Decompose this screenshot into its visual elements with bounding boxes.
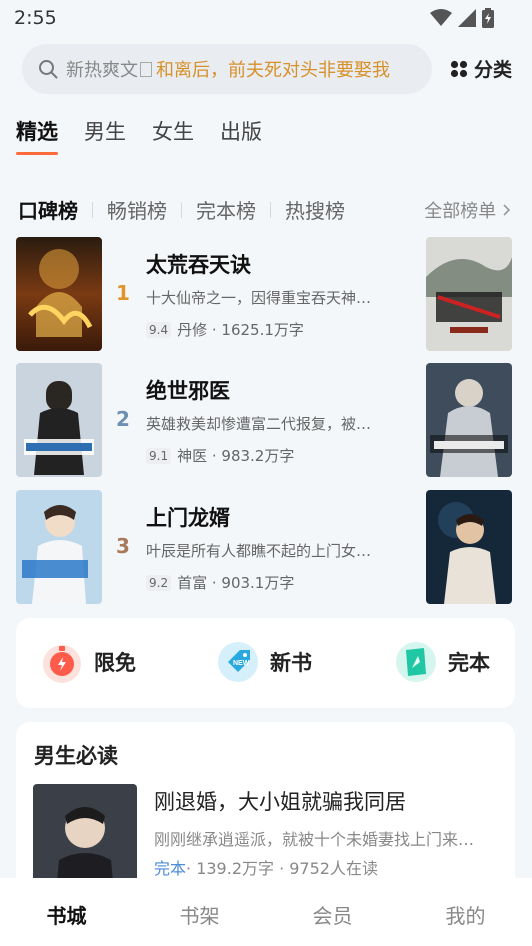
- nav-bookstore[interactable]: 书城: [0, 878, 133, 946]
- top-tabs: 精选 男生 女生 出版: [16, 116, 262, 146]
- placeholder-glyph: [140, 61, 152, 77]
- book-description: 十大仙帝之一，因得重宝吞天神…: [146, 289, 372, 307]
- category-label: 分类: [474, 59, 513, 81]
- bottom-nav: 书城 书架 会员 我的: [0, 878, 532, 946]
- quick-entry-card: 限免 NEW 新书 完本: [16, 618, 515, 708]
- list-item[interactable]: 1 太荒吞天诀 十大仙帝之一，因得重宝吞天神… 9.4 丹修 · 1625.1万…: [16, 237, 516, 351]
- rank-number: 1: [116, 281, 130, 305]
- battery-icon: [482, 8, 494, 28]
- active-tab-indicator: [16, 152, 58, 155]
- stopwatch-icon: [43, 645, 81, 683]
- divider: [92, 201, 93, 218]
- book-description: 叶辰是所有人都瞧不起的上门女…: [146, 542, 372, 560]
- book-meta: 完本· 139.2万字 · 9752人在读: [154, 855, 378, 879]
- book-cover[interactable]: [426, 490, 512, 604]
- book-meta: 9.4 丹修 · 1625.1万字: [146, 319, 304, 340]
- new-tag-icon: NEW: [218, 642, 258, 682]
- completed-entry-button[interactable]: 完本: [394, 640, 490, 684]
- new-book-entry-button[interactable]: NEW 新书: [216, 640, 312, 684]
- book-meta: 9.2 首富 · 903.1万字: [146, 572, 294, 593]
- quick-label: 新书: [270, 651, 312, 675]
- signal-icon: [458, 9, 476, 27]
- book-cover[interactable]: [16, 237, 102, 351]
- list-item[interactable]: 3 上门龙婿 叶辰是所有人都瞧不起的上门女… 9.2 首富 · 903.1万字: [16, 490, 516, 604]
- score-badge: 9.2: [146, 574, 172, 591]
- nav-bookshelf[interactable]: 书架: [133, 878, 266, 946]
- search-icon: [39, 60, 58, 79]
- status-badge: 完本: [154, 859, 187, 878]
- book-title[interactable]: 太荒吞天诀: [146, 249, 251, 279]
- nav-membership[interactable]: 会员: [266, 878, 399, 946]
- all-rankings-link[interactable]: 全部榜单: [424, 197, 512, 223]
- book-description: 英雄救美却惨遭富二代报复，被…: [146, 415, 372, 433]
- book-meta: 9.1 神医 · 983.2万字: [146, 445, 294, 466]
- section-title: 男生必读: [34, 744, 118, 768]
- book-cover[interactable]: [16, 490, 102, 604]
- search-bar[interactable]: 新热爽文 和离后，前夫死对头非要娶我: [22, 44, 432, 94]
- free-entry-button[interactable]: 限免: [40, 640, 136, 684]
- book-stats: · 139.2万字 · 9752人在读: [186, 859, 378, 878]
- wifi-icon: [430, 9, 452, 26]
- book-tag-wordcount: 丹修 · 1625.1万字: [177, 321, 304, 339]
- tab-featured[interactable]: 精选: [16, 116, 58, 146]
- status-time: 2:55: [14, 7, 57, 29]
- book-cover[interactable]: [426, 363, 512, 477]
- status-bar: 2:55: [0, 0, 532, 36]
- search-placeholder: 新热爽文: [66, 60, 138, 81]
- rank-tab-reputation[interactable]: 口碑榜: [18, 195, 78, 224]
- tab-publish[interactable]: 出版: [220, 116, 262, 146]
- divider: [181, 201, 182, 218]
- nav-profile[interactable]: 我的: [399, 878, 532, 946]
- rank-tab-hot-search[interactable]: 热搜榜: [285, 195, 345, 224]
- list-item[interactable]: 2 绝世邪医 英雄救美却惨遭富二代报复，被… 9.1 神医 · 983.2万字: [16, 363, 516, 477]
- book-cover[interactable]: [426, 237, 512, 351]
- category-button[interactable]: 分类: [450, 55, 512, 82]
- search-hot-term[interactable]: 和离后，前夫死对头非要娶我: [156, 56, 390, 82]
- rank-tabs: 口碑榜 畅销榜 完本榜 热搜榜: [18, 195, 345, 224]
- svg-text:NEW: NEW: [233, 660, 250, 667]
- book-description: 刚刚继承逍遥派，就被十个未婚妻找上门来…: [154, 830, 475, 849]
- book-tag-wordcount: 首富 · 903.1万字: [177, 574, 295, 592]
- score-badge: 9.1: [146, 447, 172, 464]
- quick-label: 完本: [448, 651, 490, 675]
- score-badge: 9.4: [146, 321, 172, 338]
- rank-tab-completed[interactable]: 完本榜: [196, 195, 256, 224]
- grid-icon: [450, 60, 468, 77]
- status-icons: [430, 8, 494, 28]
- rank-tab-bestseller[interactable]: 畅销榜: [107, 195, 167, 224]
- book-title[interactable]: 上门龙婿: [146, 502, 230, 532]
- rank-number: 2: [116, 407, 130, 431]
- book-tag-wordcount: 神医 · 983.2万字: [177, 447, 295, 465]
- book-title[interactable]: 刚退婚，大小姐就骗我同居: [154, 786, 406, 816]
- rank-number: 3: [116, 534, 130, 558]
- quick-label: 限免: [94, 651, 136, 675]
- book-title[interactable]: 绝世邪医: [146, 375, 230, 405]
- book-icon: [396, 642, 436, 682]
- divider: [270, 201, 271, 218]
- chevron-right-icon: [503, 204, 511, 216]
- tab-male[interactable]: 男生: [84, 116, 126, 146]
- tab-female[interactable]: 女生: [152, 116, 194, 146]
- book-cover[interactable]: [16, 363, 102, 477]
- all-rankings-label: 全部榜单: [424, 201, 497, 222]
